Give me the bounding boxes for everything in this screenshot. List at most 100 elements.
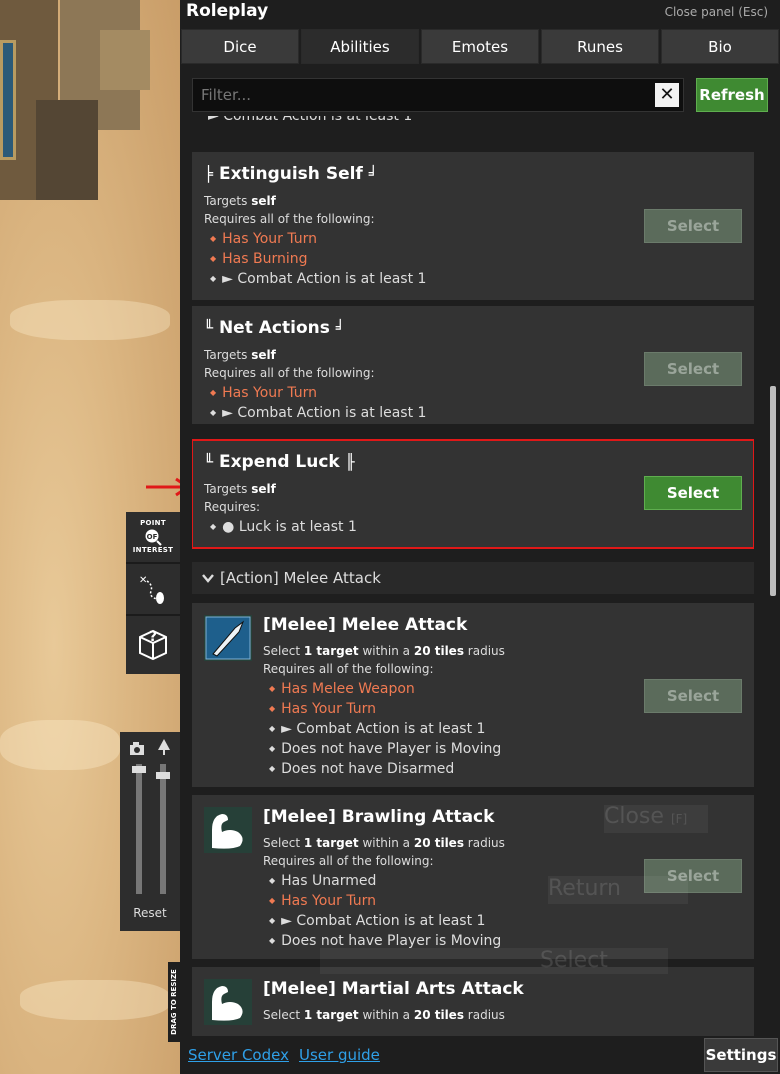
abilities-list[interactable]: ► Combat Action is at least 1 ╞ Extingui…: [192, 116, 754, 1036]
targets-line: Targets self: [204, 482, 276, 496]
ability-card-melee-attack: [Melee] Melee Attack Select 1 target wit…: [192, 603, 754, 787]
ability-card-martial-arts-attack: [Melee] Martial Arts Attack Select 1 tar…: [192, 967, 754, 1036]
targets-prefix: Targets: [204, 482, 248, 496]
building-window: [0, 40, 16, 160]
targets-line: Targets self: [204, 348, 276, 362]
select-prefix: Select: [263, 644, 301, 658]
knife-icon: [204, 615, 252, 661]
targets-prefix: Targets: [204, 348, 248, 362]
volume-slider-thumb-1[interactable]: [132, 766, 146, 773]
select-button[interactable]: Select: [644, 679, 742, 713]
point-of-interest-button[interactable]: POINT OF INTEREST: [126, 512, 180, 564]
section-label: [Action] Melee Attack: [220, 569, 381, 587]
close-icon: ✕: [659, 84, 675, 105]
ability-card-expend-luck: ╙ Expend Luck ╟ Targets self Requires: ●…: [192, 439, 754, 549]
clear-filter-button[interactable]: ✕: [655, 83, 679, 107]
requirements-list: Has Your Turn ► Combat Action is at leas…: [210, 383, 426, 423]
range-value: 20 tiles: [413, 1008, 464, 1022]
ability-title-text: Expend Luck: [218, 452, 340, 472]
radius-text: radius: [467, 836, 505, 850]
svg-text:?: ?: [149, 629, 157, 645]
filter-box: ✕: [192, 78, 684, 112]
requirement-item: ► Combat Action is at least 1: [269, 911, 501, 931]
title-deco-right: ╟: [345, 453, 355, 471]
volume-slider-track-2[interactable]: [160, 764, 166, 894]
refresh-button[interactable]: Refresh: [696, 78, 768, 112]
ghost-close-key: [F]: [670, 812, 688, 826]
filter-input[interactable]: [193, 79, 653, 111]
footprints-icon: ✕: [139, 575, 164, 604]
requirement-item: Has Your Turn: [269, 891, 501, 911]
targets-value: self: [251, 482, 276, 496]
radius-text: radius: [467, 644, 505, 658]
question-box-icon: ?: [139, 629, 167, 661]
volume-slider-thumb-2[interactable]: [156, 772, 170, 779]
poi-label-line3: INTEREST: [132, 546, 174, 554]
settings-button[interactable]: Settings: [704, 1038, 778, 1072]
radius-text: radius: [467, 1008, 505, 1022]
ability-title: ╙ Net Actions ╛: [204, 318, 345, 338]
tab-bar: Dice Abilities Emotes Runes Bio: [181, 29, 779, 64]
building-block: [100, 30, 150, 90]
requirement-item: Has Unarmed: [269, 871, 501, 891]
title-deco-right: ╛: [368, 165, 378, 183]
ability-title-text: Net Actions: [218, 318, 330, 338]
title-deco-left: ╙: [204, 319, 214, 337]
flexed-arm-icon: [204, 807, 252, 853]
requirements-list: Has Unarmed Has Your Turn ► Combat Actio…: [269, 871, 501, 951]
poi-label-line1: POINT: [140, 519, 166, 527]
mystery-box-button[interactable]: ?: [126, 616, 180, 668]
drag-to-resize-label: DRAG TO RESIZE: [170, 969, 178, 1035]
requirement-item: Has Your Turn: [210, 383, 426, 403]
sand-streak: [10, 300, 170, 340]
volume-panel: Reset: [120, 732, 180, 931]
server-codex-link[interactable]: Server Codex: [188, 1046, 289, 1064]
select-button[interactable]: Select: [644, 352, 742, 386]
requirements-list: ● Luck is at least 1: [210, 517, 357, 537]
ability-card-extinguish-self: ╞ Extinguish Self ╛ Targets self Require…: [192, 152, 754, 300]
target-count: 1 target: [303, 644, 359, 658]
ability-title-text: [Melee] Melee Attack: [263, 615, 468, 635]
requirement-item: Does not have Player is Moving: [269, 739, 501, 759]
targets-value: self: [251, 348, 276, 362]
range-value: 20 tiles: [413, 836, 464, 850]
user-guide-link[interactable]: User guide: [299, 1046, 380, 1064]
ghost-close-text: Close [F]: [604, 804, 687, 829]
panel-title: Roleplay: [186, 1, 269, 21]
within-text: within a: [362, 1008, 411, 1022]
drag-to-resize-handle[interactable]: DRAG TO RESIZE: [168, 962, 180, 1042]
scrollbar-thumb[interactable]: [770, 386, 776, 596]
chevron-down-icon: [202, 574, 214, 583]
ghost-close-label: Close: [604, 804, 664, 829]
select-button[interactable]: Select: [644, 209, 742, 243]
requirement-item: Has Your Turn: [210, 229, 426, 249]
select-button[interactable]: Select: [644, 476, 742, 510]
tab-abilities[interactable]: Abilities: [301, 29, 419, 64]
requires-heading: Requires all of the following:: [204, 212, 375, 226]
reset-button[interactable]: Reset: [120, 906, 180, 920]
requirements-list: Has Melee Weapon Has Your Turn ► Combat …: [269, 679, 501, 779]
requires-heading: Requires:: [204, 500, 261, 514]
ability-title: ╞ Extinguish Self ╛: [204, 164, 378, 184]
close-panel-button[interactable]: Close panel (Esc): [665, 5, 768, 19]
footprints-button[interactable]: ✕: [126, 564, 180, 616]
select-prefix: Select: [263, 1008, 301, 1022]
within-text: within a: [362, 644, 411, 658]
panel-footer: Server Codex User guide Settings: [180, 1036, 780, 1074]
requirement-item: ● Luck is at least 1: [210, 517, 357, 537]
ability-title-text: [Melee] Brawling Attack: [263, 807, 495, 827]
tab-dice[interactable]: Dice: [181, 29, 299, 64]
requirements-list: Has Your Turn Has Burning ► Combat Actio…: [210, 229, 426, 289]
section-header-melee-attack[interactable]: [Action] Melee Attack: [192, 562, 754, 594]
tab-emotes[interactable]: Emotes: [421, 29, 539, 64]
tab-bio[interactable]: Bio: [661, 29, 779, 64]
range-value: 20 tiles: [413, 644, 464, 658]
roleplay-panel: Roleplay Close panel (Esc) Dice Abilitie…: [180, 0, 780, 1074]
ghost-key-box: [320, 948, 668, 974]
requirement-item: Has Your Turn: [269, 699, 501, 719]
tab-runes[interactable]: Runes: [541, 29, 659, 64]
tree-icon: [158, 739, 170, 755]
targets-prefix: Targets: [204, 194, 248, 208]
poi-toolbar: POINT OF INTEREST ✕ ?: [126, 512, 180, 674]
volume-slider-track-1[interactable]: [136, 764, 142, 894]
